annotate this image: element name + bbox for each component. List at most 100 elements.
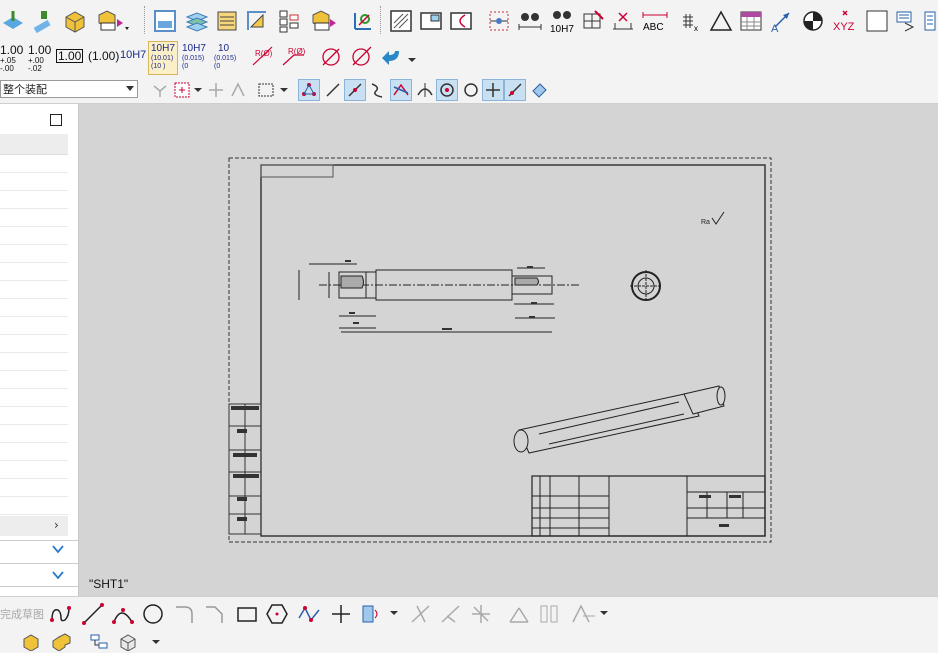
chevron-down-icon[interactable] [280,84,288,96]
list-icon[interactable] [922,8,938,34]
hole-table-icon[interactable] [486,8,512,34]
diameter-icon[interactable] [318,44,344,70]
snap-point-on-icon[interactable] [482,79,504,101]
divide-tool-icon[interactable] [468,601,494,627]
drawing-canvas[interactable]: Ra [79,104,938,596]
list-item[interactable] [0,334,68,353]
tolerance-fit[interactable]: 10H7 [120,50,146,61]
radius-dim-icon[interactable]: R(Ø) [250,42,276,70]
constraint-tool-icon[interactable] [568,601,598,627]
list-item[interactable] [0,388,68,407]
section-view-icon[interactable] [184,8,210,34]
line-tool-icon[interactable] [80,601,106,627]
assembly-select[interactable]: 整个装配 [0,80,138,98]
arc-tool-icon[interactable] [110,601,136,627]
drawing-view-icon[interactable] [152,8,178,34]
extrude-icon[interactable] [0,8,26,34]
chevron-down-icon[interactable] [194,84,202,96]
table-icon[interactable] [276,8,302,34]
chevron-right-icon[interactable]: › [54,518,59,532]
tolerance-style-2[interactable]: 1.00 +.00 -.02 [28,42,52,73]
list-item[interactable] [0,370,68,389]
rect-select-icon[interactable] [256,80,276,100]
profile-icon[interactable] [48,601,74,627]
spline-tool-icon[interactable] [296,601,322,627]
chevron-down-icon[interactable] [52,544,64,557]
chevron-down-icon[interactable] [390,607,398,619]
radius-leader-icon[interactable]: R(Ø) [280,42,306,70]
square-icon[interactable] [864,8,890,34]
chevron-down-icon[interactable] [600,607,608,619]
tolerance-dev[interactable]: 10 (0.015) (0 [212,42,240,72]
diameter-leader-icon[interactable] [348,44,374,70]
extend-tool-icon[interactable] [438,601,464,627]
tolerance-basic[interactable]: 1.00 [56,49,84,63]
eraser-icon[interactable] [528,79,550,101]
rect-frame-icon[interactable] [418,8,444,34]
list-item[interactable] [0,208,68,227]
list-item[interactable] [0,316,68,335]
list-item[interactable] [0,496,68,515]
matrix-icon[interactable]: x [678,8,704,34]
list-item[interactable] [0,280,68,299]
snap-quadrant-icon[interactable] [460,79,482,101]
balloon-icon[interactable] [310,8,338,34]
trim-tool-icon[interactable] [408,601,434,627]
point-tool-icon[interactable] [328,601,354,627]
chevron-down-icon[interactable] [152,636,160,648]
chamfer-tool-icon[interactable] [202,601,228,627]
line-icon[interactable] [322,79,344,101]
hatch-icon[interactable] [738,8,764,34]
curve-icon[interactable] [366,79,388,101]
partial-view-icon[interactable] [448,8,474,34]
components-icon[interactable] [50,632,72,652]
list-item[interactable] [0,460,68,479]
list-item[interactable] [0,478,68,497]
list-item[interactable] [0,298,68,317]
snap-endpoint-icon[interactable] [298,79,320,101]
panel-section-b[interactable] [0,564,78,587]
chevron-down-icon[interactable] [52,570,64,583]
frame-icon[interactable] [388,8,414,34]
structure-icon[interactable] [88,632,110,652]
list-icon[interactable] [894,8,920,34]
circle-tool-icon[interactable] [140,601,166,627]
list-item[interactable] [0,226,68,245]
maximize-icon[interactable] [50,114,62,126]
undo-arrow-icon[interactable] [378,44,404,70]
list-item[interactable] [0,424,68,443]
finish-sketch-label[interactable]: 完成草图 [0,606,44,622]
snap-icon[interactable] [206,80,226,100]
list-item[interactable] [0,244,68,263]
list-item[interactable] [0,442,68,461]
datum-icon[interactable] [610,8,636,34]
break-view-icon[interactable] [244,8,270,34]
list-item[interactable] [0,172,68,191]
triangle-icon[interactable] [708,8,734,34]
snap-midpoint-icon[interactable] [344,79,366,101]
snap-point-icon[interactable] [228,80,248,100]
snap-on-curve-icon[interactable] [504,79,526,101]
dimension-icon[interactable]: ABC [640,8,670,34]
filter-icon[interactable] [150,80,170,100]
snap-intersection-icon[interactable] [390,79,412,101]
constraint-cube-icon[interactable] [118,632,144,652]
axis-icon[interactable] [350,8,376,34]
offset-tool-icon[interactable] [358,601,388,627]
tolerance-icon[interactable]: 10H7 [548,6,576,36]
list-item[interactable] [0,352,68,371]
list-item[interactable] [0,262,68,281]
fillet-tool-icon[interactable] [172,601,198,627]
list-item[interactable] [0,154,68,173]
leader-icon[interactable]: A [768,8,794,34]
polygon-tool-icon[interactable] [264,601,290,627]
list-item[interactable] [0,406,68,425]
mirror-tool-icon[interactable] [506,601,532,627]
detail-view-icon[interactable] [214,8,240,34]
cube-icon[interactable] [62,8,88,34]
center-icon[interactable] [800,8,826,34]
snap-tangent-icon[interactable] [414,79,436,101]
pattern-tool-icon[interactable] [536,601,562,627]
hammer-icon[interactable] [30,8,56,34]
tolerance-style-1[interactable]: 1.00 +.05 -.00 [0,42,24,73]
